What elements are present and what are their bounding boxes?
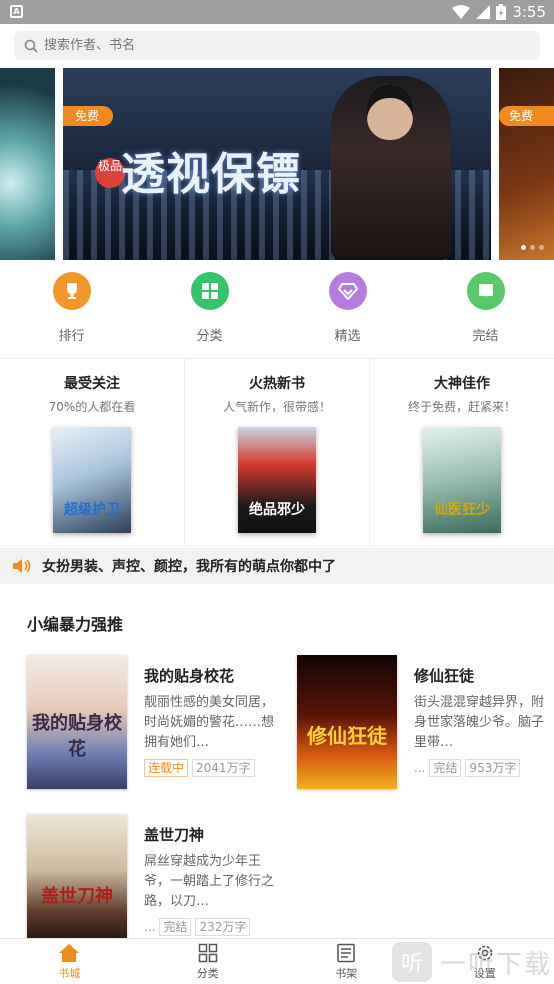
watermark-logo: 听 一听下载	[392, 940, 554, 984]
wifi-icon	[452, 5, 471, 19]
announcement-bar[interactable]: 女扮男装、声控、颜控，我所有的萌点你都中了	[0, 547, 554, 584]
book-description: 屌丝穿越成为少年王爷，一朝踏上了修行之路，以刀…	[144, 854, 275, 909]
banner-carousel[interactable]: 免费 极品 透视保镖 免费	[0, 68, 554, 260]
category-label: 分类	[196, 329, 223, 344]
carousel-dot	[530, 245, 535, 250]
carousel-dot	[521, 245, 526, 250]
cover-title: 仙医狂少	[434, 502, 490, 518]
nav-bookstore[interactable]: 书城	[0, 939, 139, 984]
feature-subtitle: 终于免费，赶紧来！	[407, 400, 516, 414]
home-icon	[59, 944, 80, 962]
category-featured[interactable]: 精选	[281, 262, 414, 350]
grid-icon	[190, 272, 229, 310]
status-badge: 完结	[429, 759, 462, 777]
book-cover[interactable]: 仙医狂少	[423, 427, 501, 533]
book-cover[interactable]: 盖世刀神	[27, 814, 127, 938]
book-title[interactable]: 修仙狂徒	[414, 665, 474, 686]
watermark-text: 一听下载	[440, 949, 553, 980]
diamond-icon	[328, 272, 367, 310]
status-badge: 完结	[159, 918, 192, 936]
status-bar: A 3:55	[0, 0, 554, 24]
word-count-badge: 232万字	[195, 918, 251, 936]
category-finished[interactable]: 完结	[419, 262, 552, 350]
app-notification-icon: A	[10, 5, 23, 18]
book-tags: ... 完结 232万字	[144, 918, 251, 936]
banner-title: 透视保镖	[121, 149, 301, 200]
carousel-indicator	[521, 245, 544, 250]
status-icons: 3:55	[452, 3, 546, 21]
banner-slide-current[interactable]: 免费 极品 透视保镖	[63, 68, 491, 260]
cover-title: 超级护卫	[64, 502, 120, 518]
search-input[interactable]	[44, 38, 514, 53]
feature-subtitle: 70%的人都在看	[48, 400, 136, 414]
book-tags: ... 完结 953万字	[414, 759, 521, 777]
feature-title: 大神佳作	[434, 376, 490, 392]
speaker-icon	[13, 558, 31, 573]
feature-card-new-books[interactable]: 火热新书 人气新作，很带感！ 绝品邪少	[185, 359, 370, 545]
cover-title: 盖世刀神	[41, 886, 113, 907]
book-description: 街头混混穿越异界，附身世家落魄少爷。脑子里带…	[414, 695, 545, 750]
cover-title: 修仙狂徒	[307, 724, 387, 748]
section-title: 小编暴力强推	[27, 615, 124, 634]
banner-slide-prev[interactable]	[0, 68, 55, 260]
status-time: 3:55	[512, 3, 546, 21]
free-badge: 免费	[499, 106, 554, 126]
book-item[interactable]: 我的贴身校花 我的贴身校花 靓丽性感的美女同居，时尚妩媚的警花……想拥有她们… …	[27, 655, 277, 789]
announcement-text: 女扮男装、声控、颜控，我所有的萌点你都中了	[42, 558, 336, 575]
word-count-badge: 953万字	[465, 759, 521, 777]
feature-cards: 最受关注 70%的人都在看 超级护卫 火热新书 人气新作，很带感！ 绝品邪少 大…	[0, 358, 554, 546]
banner-character-head	[367, 84, 413, 140]
carousel-dot	[539, 245, 544, 250]
banner-slide-next[interactable]: 免费	[499, 68, 554, 260]
category-label: 完结	[472, 329, 499, 344]
book-description: 靓丽性感的美女同居，时尚妩媚的警花……想拥有她们…	[144, 695, 275, 750]
feature-card-master-works[interactable]: 大神佳作 终于免费，赶紧来！ 仙医狂少	[370, 359, 554, 545]
nav-label: 书架	[335, 967, 358, 980]
signal-icon	[476, 5, 491, 19]
cover-title: 我的贴身校花	[32, 713, 122, 760]
feature-subtitle: 人气新作，很带感！	[222, 400, 331, 414]
category-classify[interactable]: 分类	[143, 262, 276, 350]
search-bar[interactable]	[14, 31, 540, 60]
ellipsis: ...	[144, 920, 156, 934]
grid-icon	[198, 943, 217, 963]
category-label: 精选	[334, 329, 361, 344]
feature-card-most-watched[interactable]: 最受关注 70%的人都在看 超级护卫	[0, 359, 185, 545]
trophy-icon	[52, 272, 91, 310]
book-title[interactable]: 盖世刀神	[144, 824, 204, 845]
book-cover[interactable]: 绝品邪少	[238, 427, 316, 533]
watermark-glyph: 听	[392, 942, 432, 982]
book-item[interactable]: 修仙狂徒 修仙狂徒 街头混混穿越异界，附身世家落魄少爷。脑子里带… ... 完结…	[297, 655, 547, 789]
category-ranking[interactable]: 排行	[5, 262, 138, 350]
battery-icon	[496, 4, 507, 20]
nav-label: 分类	[196, 967, 219, 980]
feature-title: 最受关注	[64, 376, 120, 392]
book-tags: 连载中 2041万字	[144, 759, 255, 777]
category-nav: 排行 分类 精选 完结	[0, 262, 554, 350]
nav-label: 书城	[58, 967, 81, 980]
word-count-badge: 2041万字	[192, 759, 255, 777]
search-icon	[24, 39, 38, 53]
bookshelf-icon	[337, 943, 355, 963]
free-badge: 免费	[63, 106, 114, 126]
status-badge: 连载中	[144, 759, 189, 777]
cover-title: 绝品邪少	[249, 502, 305, 518]
nav-category[interactable]: 分类	[139, 939, 278, 984]
book-cover[interactable]: 修仙狂徒	[297, 655, 397, 789]
book-icon	[466, 272, 505, 310]
category-label: 排行	[58, 329, 85, 344]
book-item[interactable]: 盖世刀神 盖世刀神 屌丝穿越成为少年王爷，一朝踏上了修行之路，以刀… ... 完…	[27, 814, 277, 948]
ellipsis: ...	[414, 761, 426, 775]
book-title[interactable]: 我的贴身校花	[144, 665, 234, 686]
feature-title: 火热新书	[249, 376, 305, 392]
book-cover[interactable]: 超级护卫	[53, 427, 131, 533]
book-cover[interactable]: 我的贴身校花	[27, 655, 127, 789]
